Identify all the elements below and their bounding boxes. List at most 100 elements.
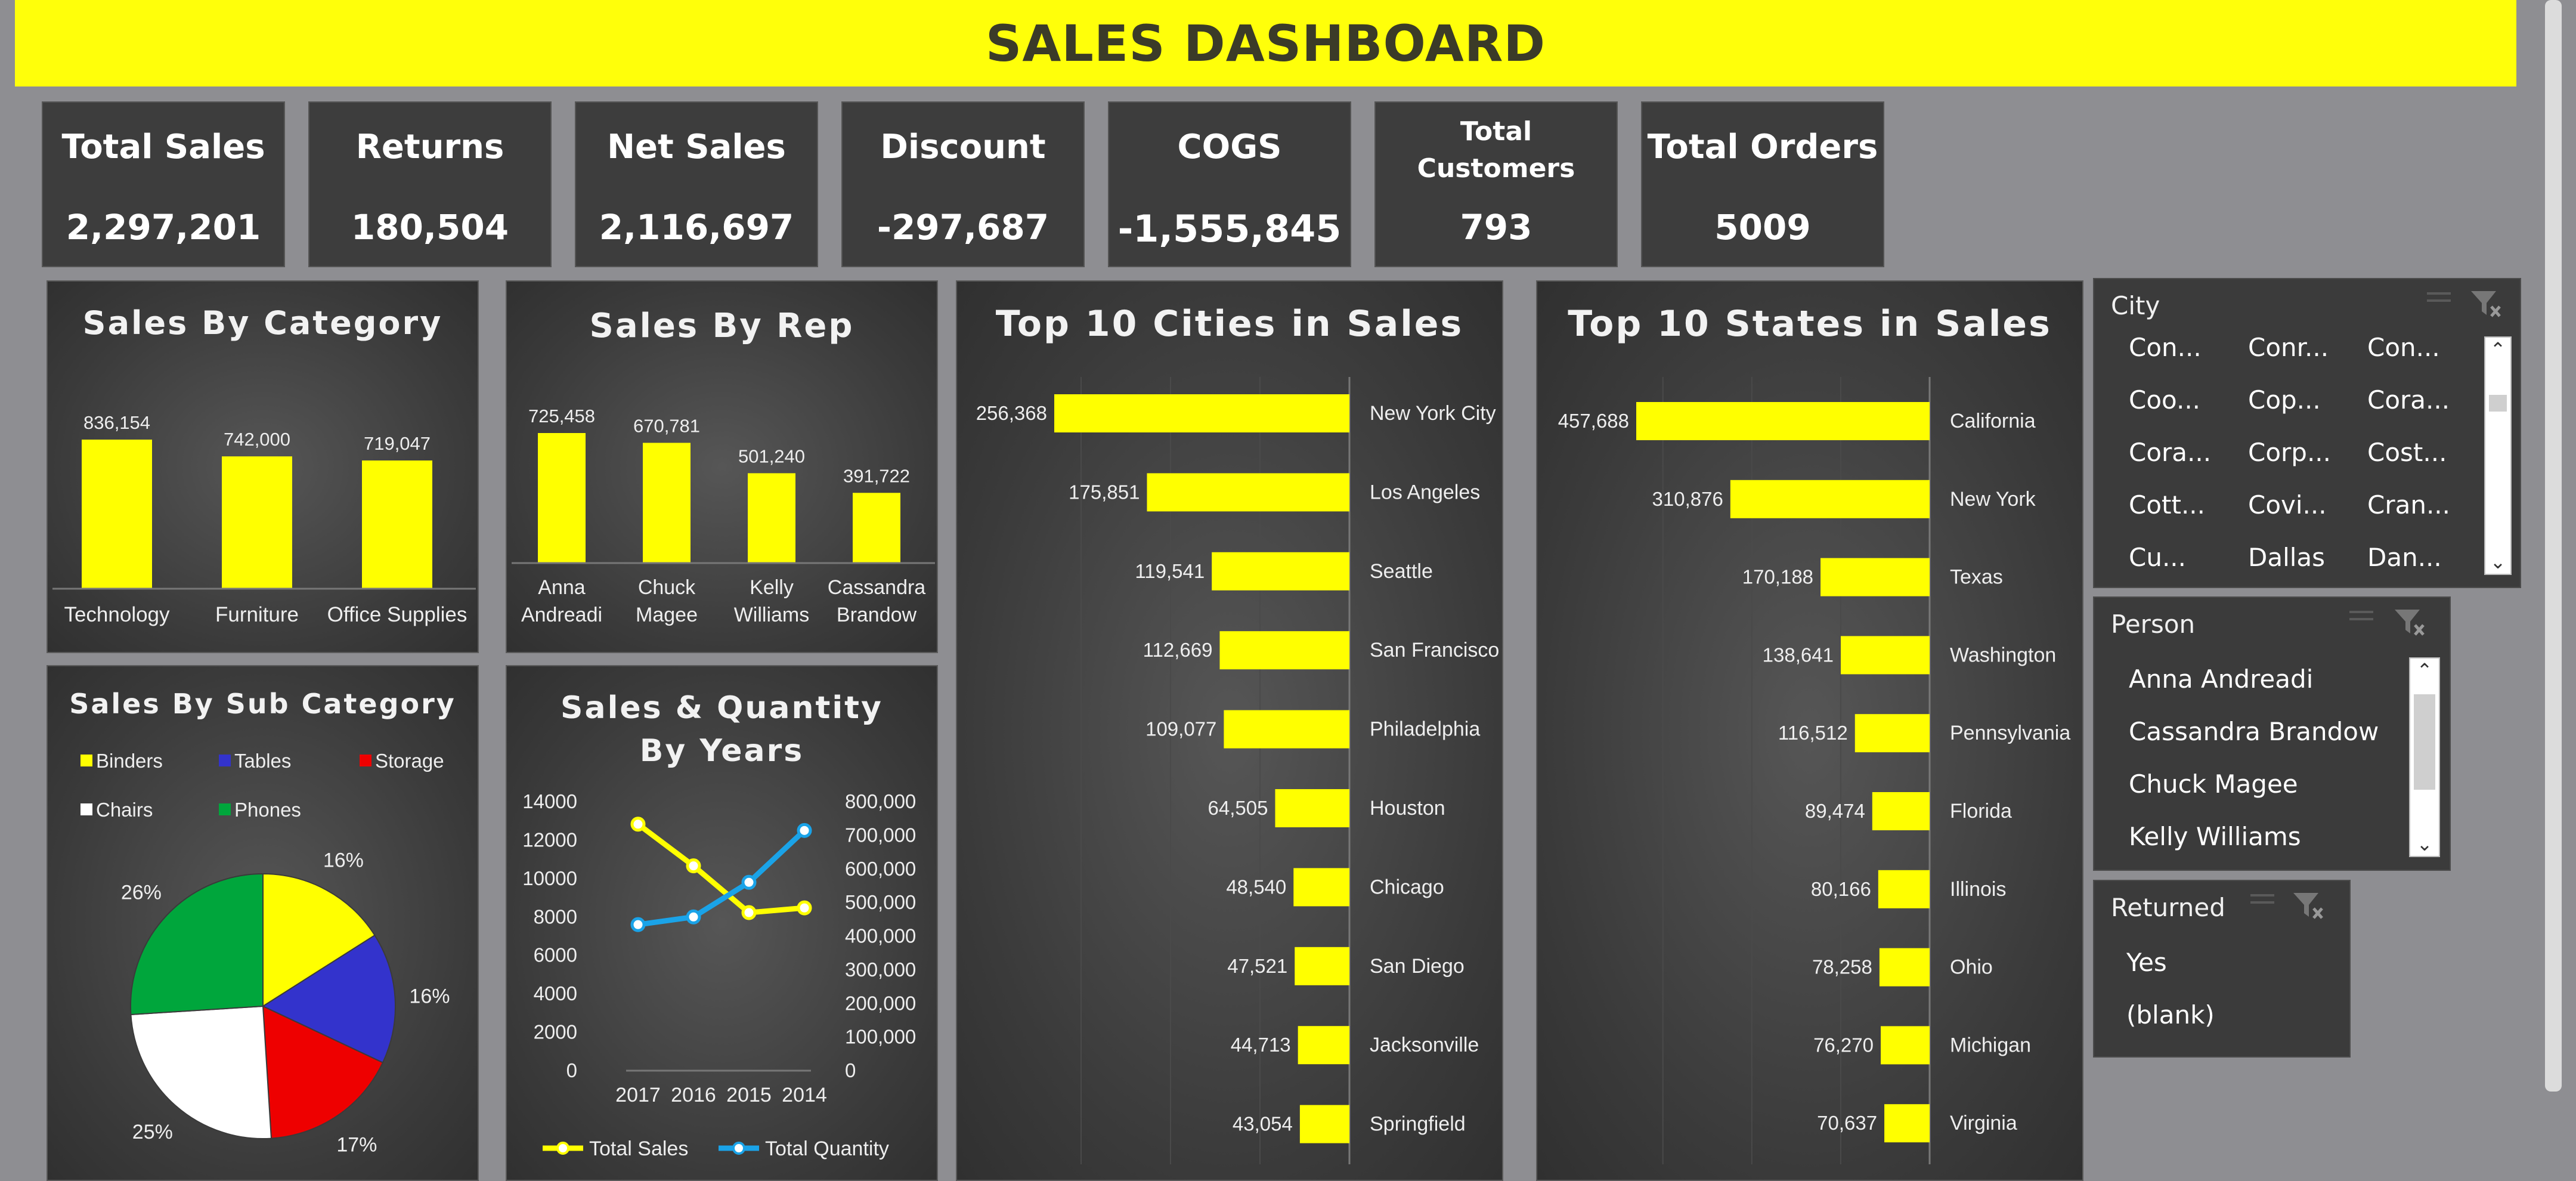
kpi-value: -297,687: [877, 207, 1049, 248]
slicer-item-chuck-magee[interactable]: Chuck Magee: [2129, 769, 2298, 799]
y-left-tick-label: 0: [566, 1059, 577, 1081]
slicer-item-city[interactable]: Covi...: [2248, 490, 2327, 520]
bar-value-label: 742,000: [224, 429, 290, 450]
category-label: Magee: [636, 604, 698, 626]
legend-swatch: [219, 803, 231, 815]
clear-filter-icon[interactable]: [2291, 891, 2324, 922]
legend-swatch: [360, 755, 371, 766]
kpi-label-line1: Total: [1460, 116, 1532, 147]
kpi-label: Discount: [880, 128, 1046, 166]
category-label: Chuck: [638, 576, 696, 599]
category-label: California: [1950, 410, 2036, 432]
states-bar-chart: 457,688 California 310,876 New York 170,188 T…: [1558, 377, 2070, 1164]
bar: [1295, 947, 1349, 985]
x-tick-label: 2014: [782, 1084, 827, 1106]
bar-value-label: 89,474: [1805, 800, 1865, 822]
slicer-item-city[interactable]: Conr...: [2248, 333, 2329, 362]
y-left-tick-label: 8000: [534, 905, 577, 928]
series-point: [741, 874, 757, 890]
y-left-tick-label: 2000: [534, 1021, 577, 1043]
slicer-item-city[interactable]: Cott...: [2129, 490, 2205, 520]
city-scrollbar[interactable]: ⌃ ⌄: [2484, 336, 2512, 575]
bar: [1881, 1026, 1930, 1065]
bar-value-label: 719,047: [364, 433, 431, 454]
slicer-item-city[interactable]: Cop...: [2248, 385, 2321, 415]
slicer-item-city[interactable]: Cost...: [2367, 438, 2447, 467]
slicer-item-blank[interactable]: (blank): [2126, 1000, 2215, 1029]
bar: [1636, 402, 1930, 440]
bar: [1275, 789, 1349, 827]
y-right-tick-label: 100,000: [845, 1026, 916, 1048]
legend-marker: [732, 1142, 745, 1155]
pie-slice: [130, 1005, 272, 1139]
clear-filter-icon[interactable]: [2469, 289, 2502, 320]
category-label: Pennsylvania: [1950, 722, 2070, 744]
bar-value-label: 116,512: [1778, 722, 1848, 744]
bar-value-label: 78,258: [1812, 956, 1872, 978]
category-label: Texas: [1950, 566, 2003, 589]
cities-bar-chart: 256,368 New York City 175,851 Los Angeles 11…: [976, 377, 1499, 1164]
multi-select-icon[interactable]: [2349, 611, 2373, 631]
slicer-item-city[interactable]: Con...: [2367, 333, 2440, 362]
bar-value-label: 256,368: [976, 402, 1047, 424]
scroll-thumb[interactable]: [2489, 395, 2507, 412]
scroll-down-icon[interactable]: ⌄: [2485, 550, 2510, 574]
category-label: Jacksonville: [1370, 1034, 1479, 1056]
slicer-item-kelly-williams[interactable]: Kelly Williams: [2129, 822, 2301, 851]
bar-value-label: 457,688: [1558, 410, 1629, 432]
pie-slice-label: 16%: [409, 985, 450, 1007]
category-label: San Francisco: [1370, 639, 1499, 661]
legend-label: Tables: [234, 750, 291, 772]
slicer-item-city[interactable]: Coo...: [2129, 385, 2200, 415]
slicer-item-anna-andreadi[interactable]: Anna Andreadi: [2129, 664, 2313, 694]
multi-select-icon[interactable]: [2250, 894, 2274, 914]
bar-value-label: 138,641: [1763, 644, 1834, 666]
y-right-tick-label: 300,000: [845, 959, 916, 981]
series-point: [630, 817, 646, 832]
scroll-up-icon[interactable]: ⌃: [2410, 658, 2439, 682]
slicer-item-city[interactable]: Dan...: [2367, 543, 2442, 571]
kpi-label: Total Customers: [1376, 113, 1617, 187]
slicer-item-city[interactable]: Cran...: [2367, 490, 2450, 520]
category-label: Illinois: [1950, 878, 2006, 901]
legend-marker: [556, 1142, 569, 1155]
clear-filter-icon[interactable]: [2392, 607, 2426, 638]
series-point: [797, 900, 812, 916]
slicer-item-city[interactable]: Con...: [2129, 333, 2202, 362]
bar: [643, 443, 691, 563]
bar: [1854, 714, 1930, 753]
y-right-tick-label: 800,000: [845, 790, 916, 812]
slicer-item-city[interactable]: Cora...: [2129, 438, 2211, 467]
bar: [1879, 948, 1930, 987]
returned-slicer: Returned Yes (blank): [2093, 880, 2351, 1058]
kpi-total-sales: Total Sales 2,297,201: [42, 101, 285, 267]
category-label: Seattle: [1370, 560, 1433, 583]
kpi-returns: Returns 180,504: [308, 101, 552, 267]
bar: [1840, 636, 1930, 675]
bar-value-label: 47,521: [1227, 955, 1287, 977]
slicer-item-cassandra-brandow[interactable]: Cassandra Brandow: [2129, 717, 2379, 746]
slicer-item-city[interactable]: Corp...: [2248, 438, 2331, 467]
bar-value-label: 70,637: [1817, 1112, 1877, 1134]
category-label: Florida: [1950, 800, 2012, 823]
slicer-item-city[interactable]: Dallas: [2248, 543, 2325, 571]
slicer-header: Returned: [2111, 893, 2225, 922]
slicer-item-city[interactable]: Cora...: [2367, 385, 2450, 415]
multi-select-icon[interactable]: [2427, 292, 2451, 313]
scroll-thumb[interactable]: [2414, 694, 2435, 790]
scroll-down-icon[interactable]: ⌄: [2410, 832, 2439, 856]
person-slicer: Person Anna Andreadi Cassandra Brandow C…: [2093, 596, 2451, 871]
legend-label: Binders: [96, 750, 163, 772]
legend-swatch: [80, 803, 92, 815]
person-scrollbar[interactable]: ⌃ ⌄: [2409, 657, 2440, 857]
category-label: Michigan: [1950, 1034, 2031, 1056]
chart-sales-by-sub-category: Sales By Sub Category 16% 16% 17% 25% 26% Bin…: [47, 665, 479, 1181]
slicer-header: City: [2111, 291, 2160, 320]
legend-label: Total Quantity: [765, 1137, 889, 1160]
bar-value-label: 836,154: [83, 412, 150, 433]
window-scrollbar[interactable]: [2545, 0, 2562, 1092]
slicer-item-yes[interactable]: Yes: [2126, 948, 2167, 977]
slicer-item-city[interactable]: Cu...: [2129, 543, 2186, 571]
bar: [1820, 558, 1930, 596]
scroll-up-icon[interactable]: ⌃: [2485, 338, 2510, 361]
